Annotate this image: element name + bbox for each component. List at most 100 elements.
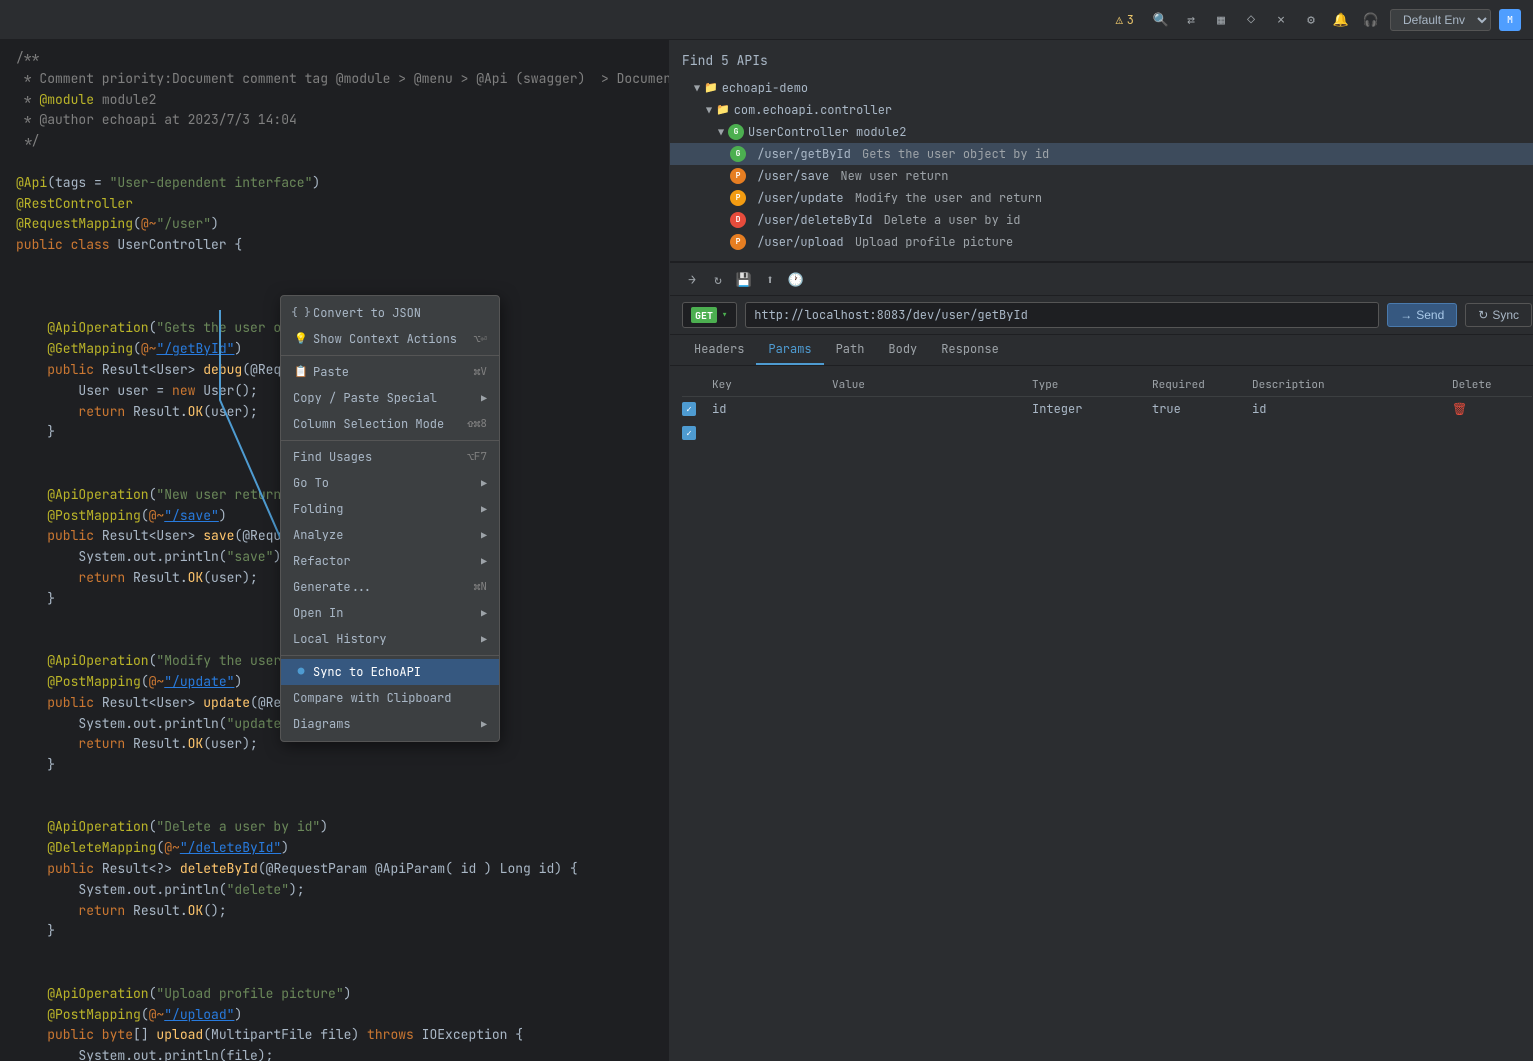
arrow-icon-copy-paste: ▶ (481, 392, 487, 405)
toolbar-settings-icon[interactable]: ⚙ (1300, 9, 1322, 31)
endpoint-path-update: /user/update (750, 190, 851, 206)
arrow-icon-refactor: ▶ (481, 555, 487, 568)
menu-separator-1 (281, 355, 499, 356)
param-row-id: ✓ id Integer true id 🗑 (682, 397, 1532, 422)
param-delete-id[interactable]: 🗑 (1452, 401, 1532, 417)
endpoint-path-getbyid: /user/getById (750, 146, 858, 162)
api-finder: Find 5 APIs ▼ 📁 echoapi-demo ▼ 📁 com.ech… (670, 40, 1533, 262)
http-tool-save[interactable]: 💾 (734, 269, 754, 289)
menu-item-folding[interactable]: Folding ▶ (281, 496, 499, 522)
arrow-icon-open-in: ▶ (481, 607, 487, 620)
send-button[interactable]: → Send (1387, 303, 1457, 327)
param-key-id[interactable]: id (712, 401, 832, 417)
endpoint-path-save: /user/save (750, 168, 836, 184)
menu-item-generate[interactable]: Generate... ⌘N (281, 574, 499, 600)
menu-item-refactor[interactable]: Refactor ▶ (281, 548, 499, 574)
badge-post-save: P (730, 168, 746, 184)
context-actions-icon: 💡 (293, 331, 309, 347)
http-toolbar: → ↻ 💾 ⬆ 🕐 (670, 263, 1533, 296)
menu-item-analyze[interactable]: Analyze ▶ (281, 522, 499, 548)
send-icon: → (1400, 308, 1412, 322)
editor-area[interactable]: /** * Comment priority:Document comment … (0, 40, 670, 1061)
arrow-icon-diagrams: ▶ (481, 718, 487, 731)
url-input[interactable] (745, 302, 1379, 328)
menu-item-paste[interactable]: 📋 Paste ⌘V (281, 359, 499, 385)
http-tool-history[interactable]: 🕐 (786, 269, 806, 289)
badge-post-upload: P (730, 234, 746, 250)
menu-item-convert-to-json[interactable]: { } Convert to JSON (281, 300, 499, 326)
checkbox-empty: ✓ (682, 426, 696, 440)
http-tool-send[interactable]: → (682, 269, 702, 289)
arrow-icon-analyze: ▶ (481, 529, 487, 542)
param-checkbox-id[interactable]: ✓ (682, 402, 712, 416)
arrow-icon-folding: ▶ (481, 503, 487, 516)
menu-item-open-in[interactable]: Open In ▶ (281, 600, 499, 626)
toolbar-search-icon[interactable]: 🔍 (1150, 9, 1172, 31)
warning-count: 3 (1127, 12, 1134, 28)
col-header-key: Key (712, 378, 832, 392)
folder-icon-project: 📁 (704, 81, 718, 95)
toolbar-diamond-icon[interactable]: ◇ (1240, 9, 1262, 31)
chevron-controller: ▼ (718, 126, 724, 139)
col-header-type: Type (1032, 378, 1152, 392)
arrow-icon-go-to: ▶ (481, 477, 487, 490)
tree-item-project[interactable]: ▼ 📁 echoapi-demo (670, 77, 1533, 99)
col-header-value: Value (832, 378, 1032, 392)
menu-item-sync-to-echoapi[interactable]: ● Sync to EchoAPI (281, 659, 499, 685)
menu-item-find-usages[interactable]: Find Usages ⌥F7 (281, 444, 499, 470)
toolbar-close-icon[interactable]: ✕ (1270, 9, 1292, 31)
params-table: Key Value Type Required Description Dele… (670, 366, 1533, 453)
menu-item-copy-paste-special[interactable]: Copy / Paste Special ▶ (281, 385, 499, 411)
http-panel: → ↻ 💾 ⬆ 🕐 GET ▾ → Send ↻ Sync (670, 262, 1533, 1061)
endpoint-post-upload[interactable]: P /user/upload Upload profile picture (670, 231, 1533, 253)
endpoint-delete-byid[interactable]: D /user/deleteById Delete a user by id (670, 209, 1533, 231)
col-header-delete: Delete (1452, 378, 1532, 392)
toolbar-bell-icon[interactable]: 🔔 (1330, 9, 1352, 31)
toolbar-headphones-icon[interactable]: 🎧 (1360, 9, 1382, 31)
checkbox-id: ✓ (682, 402, 696, 416)
controller-label: UserController module2 (748, 124, 906, 140)
menu-item-compare-with-clipboard[interactable]: Compare with Clipboard (281, 685, 499, 711)
col-header-required: Required (1152, 378, 1252, 392)
http-tool-export[interactable]: ⬆ (760, 269, 780, 289)
menu-item-diagrams[interactable]: Diagrams ▶ (281, 711, 499, 737)
chevron-project: ▼ (694, 82, 700, 95)
toolbar-replace-icon[interactable]: ⇄ (1180, 9, 1202, 31)
tab-response[interactable]: Response (929, 335, 1011, 365)
method-badge: GET (691, 307, 717, 323)
http-tool-refresh[interactable]: ↻ (708, 269, 728, 289)
param-required-id: true (1152, 401, 1252, 417)
menu-item-column-selection[interactable]: Column Selection Mode ⇧⌘8 (281, 411, 499, 437)
controller-badge: G (728, 124, 744, 140)
tab-path[interactable]: Path (824, 335, 877, 365)
package-label: com.echoapi.controller (734, 102, 892, 118)
param-checkbox-empty[interactable]: ✓ (682, 426, 712, 440)
menu-item-go-to[interactable]: Go To ▶ (281, 470, 499, 496)
menu-separator-2 (281, 440, 499, 441)
badge-get-getbyid: G (730, 146, 746, 162)
tab-headers[interactable]: Headers (682, 335, 756, 365)
endpoint-put-update[interactable]: P /user/update Modify the user and retur… (670, 187, 1533, 209)
toolbar-grid-icon[interactable]: ▦ (1210, 9, 1232, 31)
tree-item-package[interactable]: ▼ 📁 com.echoapi.controller (670, 99, 1533, 121)
endpoint-path-deletebyid: /user/deleteById (750, 212, 880, 228)
endpoint-desc-save: New user return (840, 168, 948, 184)
endpoint-desc-deletebyid: Delete a user by id (884, 212, 1021, 228)
env-selector[interactable]: Default Env (1390, 9, 1491, 31)
method-dropdown-arrow: ▾ (721, 307, 728, 323)
sync-button[interactable]: ↻ Sync (1465, 303, 1532, 327)
menu-item-local-history[interactable]: Local History ▶ (281, 626, 499, 652)
endpoint-post-save[interactable]: P /user/save New user return (670, 165, 1533, 187)
sync-icon: ↻ (1478, 308, 1488, 322)
menu-item-show-context-actions[interactable]: 💡 Show Context Actions ⌥⏎ (281, 326, 499, 352)
sync-echoapi-icon: ● (293, 664, 309, 680)
right-panel-icon[interactable]: M (1499, 9, 1521, 31)
tab-params[interactable]: Params (756, 335, 823, 365)
url-bar: GET ▾ → Send ↻ Sync (670, 296, 1533, 335)
tab-body[interactable]: Body (876, 335, 929, 365)
endpoint-desc-upload: Upload profile picture (855, 234, 1013, 250)
tree-item-controller[interactable]: ▼ G UserController module2 (670, 121, 1533, 143)
method-select[interactable]: GET ▾ (682, 302, 737, 328)
badge-put-update: P (730, 190, 746, 206)
endpoint-get-by-id[interactable]: G /user/getById Gets the user object by … (670, 143, 1533, 165)
